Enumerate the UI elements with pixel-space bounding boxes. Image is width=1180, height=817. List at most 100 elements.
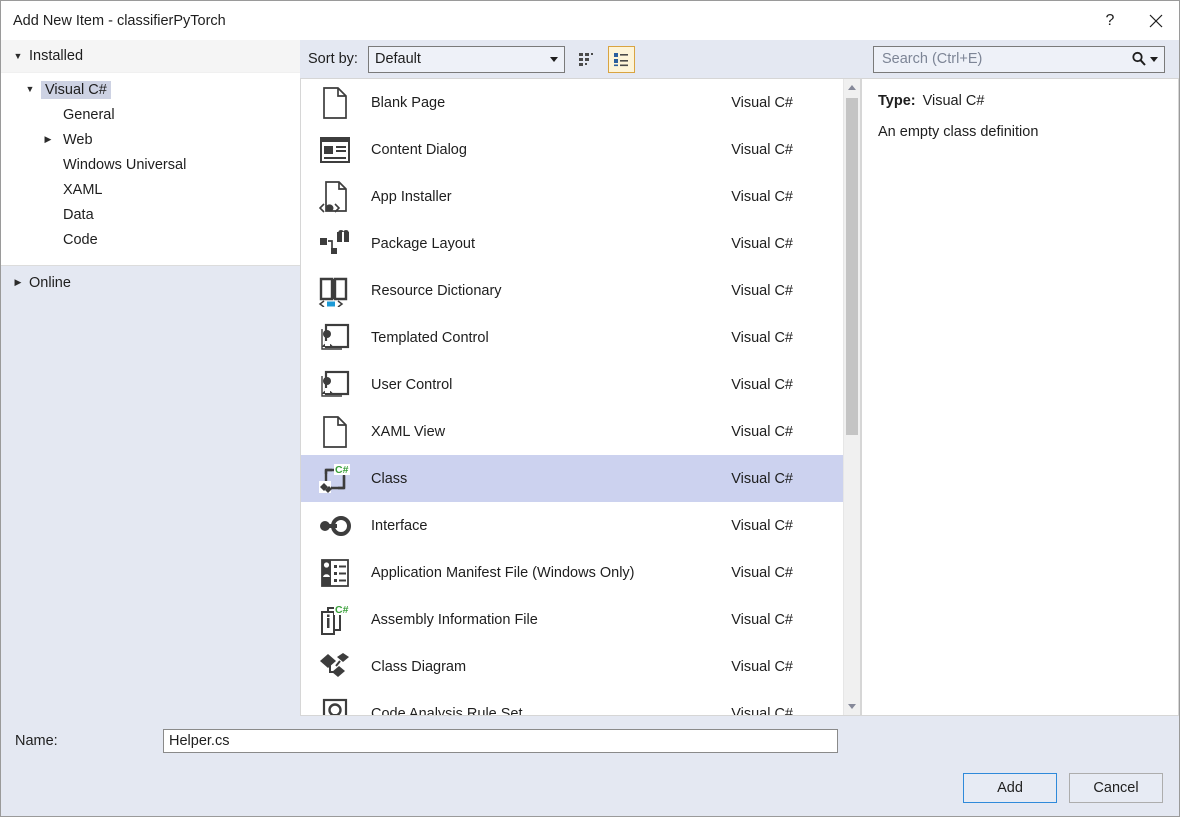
list-item[interactable]: App Installer Visual C# [301,173,843,220]
name-input[interactable] [163,729,838,753]
detail-type-value: Visual C# [923,93,985,109]
search-icon [1131,51,1147,67]
templated-control-icon [309,322,361,354]
svg-text:C#: C# [335,604,349,616]
list-item[interactable]: C# Assembly Information File Visual C# [301,596,843,643]
class-icon: C# [309,462,361,496]
sidebar-item-visual-csharp[interactable]: ▼ Visual C# [1,77,300,102]
page-icon [309,415,361,449]
sidebar-item-label: Data [59,206,98,224]
dialog-buttons: Add Cancel [1,760,1179,816]
scroll-up-button[interactable] [844,79,860,96]
list-item[interactable]: Application Manifest File (Windows Only)… [301,549,843,596]
dialog-title: Add New Item - classifierPyTorch [1,13,226,29]
sort-by-dropdown[interactable]: Default [368,46,565,73]
list-item-name: Interface [361,518,731,534]
chevron-down-icon [550,57,558,62]
chevron-up-icon [848,85,856,90]
tree-group-installed[interactable]: ▼ Installed [1,40,300,73]
list-item-name: Class Diagram [361,659,731,675]
tree-group-online-label: Online [29,275,71,291]
package-layout-icon [309,228,361,260]
list-item-language: Visual C# [731,706,843,716]
sidebar-item-label: XAML [59,181,107,199]
list-item-class[interactable]: C# Class Visual C# [301,455,843,502]
list-item[interactable]: User Control Visual C# [301,361,843,408]
list-item-language: Visual C# [731,283,843,299]
name-label: Name: [15,733,163,749]
content-dialog-icon [309,136,361,164]
list-item[interactable]: Package Layout Visual C# [301,220,843,267]
add-new-item-dialog: Add New Item - classifierPyTorch ? ▼ Ins… [0,0,1180,817]
search-icon-group[interactable] [1127,51,1158,67]
list-view-icon [612,50,630,68]
list-item-name: Package Layout [361,236,731,252]
sort-by-label: Sort by: [308,51,358,67]
list-item-name: Templated Control [361,330,731,346]
search-box[interactable] [873,46,1165,73]
scrollbar-thumb[interactable] [846,98,858,435]
templates-list: Blank Page Visual C# [300,78,861,716]
list-item[interactable]: Templated Control Visual C# [301,314,843,361]
list-item-name: Application Manifest File (Windows Only) [361,565,731,581]
scrollbar-track[interactable] [844,96,860,698]
close-button[interactable] [1133,1,1179,40]
sidebar-item-label: Visual C# [41,81,111,99]
help-button[interactable]: ? [1087,1,1133,40]
list-item-language: Visual C# [731,565,843,581]
list-item-language: Visual C# [731,330,843,346]
assembly-info-icon: C# [309,603,361,637]
details-column: Type:Visual C# An empty class definition [861,40,1179,716]
list-item-name: Content Dialog [361,142,731,158]
list-item[interactable]: Class Diagram Visual C# [301,643,843,690]
resource-dictionary-icon [309,275,361,307]
dialog-body: ▼ Installed ▼ Visual C# ▶ General ▶ Web … [1,40,1179,716]
close-icon [1149,14,1163,28]
sidebar-item-general[interactable]: ▶ General [1,102,300,127]
add-button[interactable]: Add [963,773,1057,803]
class-diagram-icon [309,652,361,682]
rule-set-icon [309,698,361,716]
list-item-name: App Installer [361,189,731,205]
sidebar-item-code[interactable]: ▶ Code [1,227,300,252]
page-icon [309,86,361,120]
list-item[interactable]: Interface Visual C# [301,502,843,549]
detail-type-label: Type: [878,93,916,109]
list-item[interactable]: XAML View Visual C# [301,408,843,455]
list-view-button[interactable] [608,46,635,73]
chevron-down-icon: ▼ [23,85,37,94]
user-control-icon [309,369,361,401]
list-item[interactable]: Code Analysis Rule Set Visual C# [301,690,843,715]
sidebar-item-xaml[interactable]: ▶ XAML [1,177,300,202]
list-item-name: User Control [361,377,731,393]
list-item-language: Visual C# [731,95,843,111]
list-item-language: Visual C# [731,236,843,252]
cancel-button[interactable]: Cancel [1069,773,1163,803]
svg-text:C#: C# [335,464,349,476]
detail-type-row: Type: Visual C# [878,93,1162,109]
list-item-language: Visual C# [731,424,843,440]
list-item-name: XAML View [361,424,731,440]
question-mark-icon: ? [1106,12,1115,30]
sidebar-item-windows-universal[interactable]: ▶ Windows Universal [1,152,300,177]
sidebar-item-data[interactable]: ▶ Data [1,202,300,227]
list-scrollbar[interactable] [843,79,860,715]
dialog-footer: Name: Add Cancel [1,716,1179,816]
sort-by-value: Default [375,51,421,67]
title-bar-buttons: ? [1087,1,1179,40]
scroll-down-button[interactable] [844,698,860,715]
tree-group-installed-label: Installed [29,48,83,64]
list-item-language: Visual C# [731,659,843,675]
sidebar-item-web[interactable]: ▶ Web [1,127,300,152]
list-item[interactable]: Content Dialog Visual C# [301,126,843,173]
item-details-panel: Type:Visual C# An empty class definition [861,78,1179,716]
list-item[interactable]: Blank Page Visual C# [301,79,843,126]
search-input[interactable] [882,51,1127,67]
grid-view-button[interactable] [573,46,600,73]
list-item-name: Resource Dictionary [361,283,731,299]
list-item-name: Assembly Information File [361,612,731,628]
list-item-language: Visual C# [731,518,843,534]
list-item[interactable]: Resource Dictionary Visual C# [301,267,843,314]
search-bar [861,40,1179,78]
tree-group-online[interactable]: ▶ Online [1,266,300,299]
